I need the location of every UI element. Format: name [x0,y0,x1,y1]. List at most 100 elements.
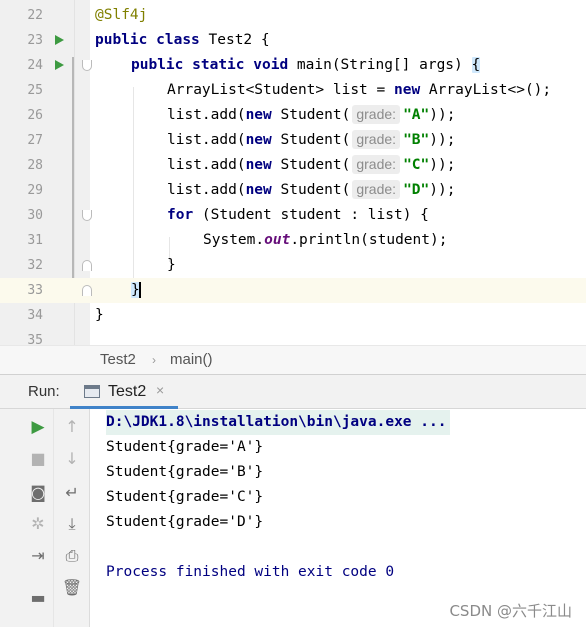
line-number: 28 [27,158,43,173]
code-fragment: Student( [271,107,351,123]
code-line: 22 @Slf4j [0,3,586,28]
code-text: for (Student student : list) { [167,203,429,228]
down-arrow-icon[interactable]: ↓ [60,448,84,470]
console-line: Student{grade='B'} [106,464,264,480]
current-code-line: 33 } [0,278,586,303]
code-line: 24 public static void main(String[] args… [0,53,586,78]
code-fragment: )); [429,157,456,173]
code-fragment: Student( [271,182,351,198]
keyword: new [245,132,272,148]
run-icon[interactable]: ▶ [26,416,50,438]
static-field: out [264,232,291,248]
close-tab-icon[interactable]: × [156,382,164,398]
code-text: } [95,303,104,328]
keyword: for [167,207,194,223]
text-caret [138,282,141,298]
keyword: new [245,182,272,198]
code-text: System.out.println(student); [203,228,447,253]
up-arrow-icon[interactable]: ↑ [60,416,84,438]
code-fragment: )); [429,182,456,198]
code-text: list.add(new Student(grade: "B")); [167,128,455,153]
camera-icon[interactable]: ◙ [26,482,50,504]
breadcrumb-method[interactable]: main() [170,351,213,368]
string-literal: "B" [403,132,430,148]
code-line: 30 for (Student student : list) { [0,203,586,228]
class-declaration: Test2 { [199,32,270,48]
run-toolbar-secondary: ↑ ↓ ↵ ⤓ ⎙ 🗑 [54,409,90,627]
code-line: 28 list.add(new Student(grade: "C")); [0,153,586,178]
keyword: class [156,32,200,48]
layout-icon[interactable]: ▬ [26,587,50,609]
code-line: 27 list.add(new Student(grade: "B")); [0,128,586,153]
breadcrumb: Test2 › main() [0,345,586,374]
trash-icon[interactable]: 🗑 [60,577,84,599]
line-number: 25 [27,83,43,98]
line-number: 24 [27,58,43,73]
code-fragment: ArrayList<>(); [420,82,552,98]
login-icon[interactable]: ⇥ [26,545,50,567]
line-number: 26 [27,108,43,123]
code-line: 34 } [0,303,586,328]
soft-wrap-icon[interactable]: ↵ [60,482,84,504]
run-panel-title: Run: [28,383,60,400]
run-tab-label: Test2 [108,383,147,400]
code-fragment: Student( [271,132,351,148]
code-fragment: list.add( [167,132,246,148]
settings-icon[interactable]: ✲ [26,513,50,535]
console-line: Student{grade='D'} [106,514,264,530]
run-panel-header: Run: Test2 × [0,374,586,409]
code-fragment: .println(student); [290,232,448,248]
code-text: list.add(new Student(grade: "A")); [167,103,455,128]
code-fragment: } [95,307,104,323]
code-fragment: list.add( [167,157,246,173]
code-fragment: Student( [271,157,351,173]
line-number: 34 [27,308,43,323]
code-text: } [131,278,141,303]
code-text: public class Test2 { [95,28,270,53]
fold-icon[interactable] [82,260,92,271]
keyword: void [253,57,289,73]
fold-icon[interactable] [82,210,92,221]
stop-icon[interactable]: ■ [26,448,50,470]
code-fragment: list.add( [167,182,246,198]
code-text: list.add(new Student(grade: "D")); [167,178,455,203]
code-fragment: )); [429,132,456,148]
run-tab[interactable]: Test2 × [70,375,178,409]
line-number: 33 [27,283,43,298]
fold-icon[interactable] [82,285,92,296]
code-line: 25 ArrayList<Student> list = new ArrayLi… [0,78,586,103]
print-icon[interactable]: ⎙ [60,545,84,567]
code-fragment: System. [203,232,265,248]
line-number: 32 [27,258,43,273]
run-method-icon[interactable] [55,60,64,70]
run-class-icon[interactable] [55,35,64,45]
scroll-to-end-icon[interactable]: ⤓ [60,513,84,535]
code-text: ArrayList<Student> list = new ArrayList<… [167,78,551,103]
console-line: Student{grade='C'} [106,489,264,505]
code-text: @Slf4j [95,3,147,28]
code-line: 31 System.out.println(student); [0,228,586,253]
code-line: 35 [0,328,586,345]
console-output[interactable]: D:\JDK1.8\installation\bin\java.exe ... … [90,409,586,627]
code-fragment: list.add( [167,107,246,123]
line-number: 29 [27,183,43,198]
keyword: static [192,57,245,73]
string-literal: "C" [403,157,430,173]
code-fragment: } [167,257,176,273]
fold-icon[interactable] [82,60,92,71]
breadcrumb-class[interactable]: Test2 [100,351,136,368]
console-command-line: D:\JDK1.8\installation\bin\java.exe ... [106,410,451,435]
keyword: new [393,82,421,98]
code-fragment: (Student student : list) { [193,207,429,223]
code-line: 29 list.add(new Student(grade: "D")); [0,178,586,203]
console-exit-line: Process finished with exit code 0 [106,564,395,580]
code-editor[interactable]: 22 @Slf4j 23 public class Test2 { 24 pub… [0,0,586,345]
watermark: CSDN @六千江山 [449,602,572,620]
code-text: public static void main(String[] args) { [131,53,481,78]
parameter-hint: grade: [352,130,401,149]
code-text: list.add(new Student(grade: "C")); [167,153,455,178]
string-literal: "A" [403,107,430,123]
line-number: 35 [27,333,43,345]
code-fragment: ArrayList<Student> list = [167,82,394,98]
line-number: 30 [27,208,43,223]
